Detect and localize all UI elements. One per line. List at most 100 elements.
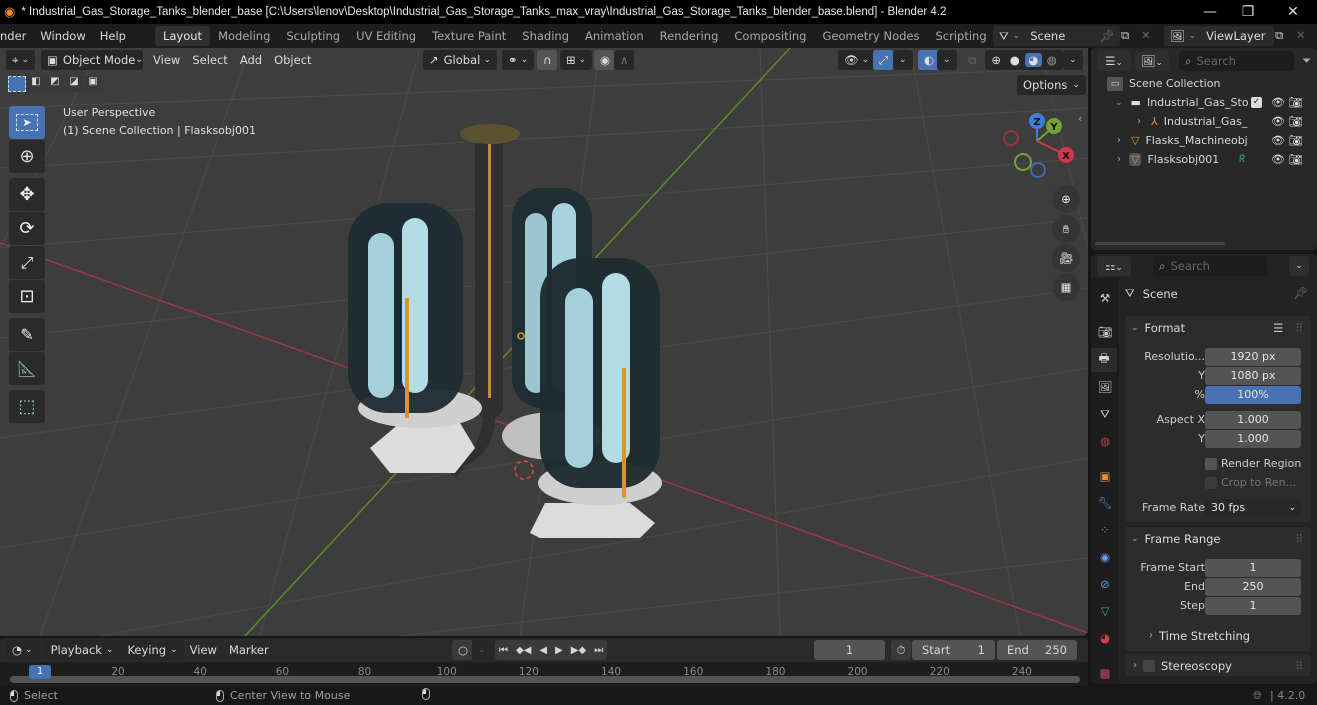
aspect-y-field[interactable]: 1.000 (1205, 429, 1301, 448)
rendered-shading-icon[interactable]: ◍ (1044, 53, 1061, 67)
tool-transform[interactable]: ⊡ (9, 280, 45, 313)
tool-rotate[interactable]: ⟳ (9, 212, 45, 245)
tab-physics[interactable]: ◉ (1093, 545, 1117, 569)
camera-render-icon[interactable]: 📷︎ (1288, 153, 1302, 166)
tab-scripting[interactable]: Scripting (928, 26, 995, 46)
crop-checkbox[interactable] (1205, 476, 1217, 489)
menu-blender[interactable]: nder (0, 29, 33, 43)
outliner-search-input[interactable]: ⌕ Search (1179, 51, 1294, 71)
resolution-y-field[interactable]: 1080 px (1205, 366, 1301, 385)
aspect-x-field[interactable]: 1.000 (1205, 410, 1301, 429)
gas-tanks-model[interactable] (340, 118, 670, 538)
gizmo-dropdown[interactable]: ⌄ (893, 50, 913, 70)
falloff-dropdown[interactable]: ∧ (614, 50, 635, 70)
tab-layout[interactable]: Layout (154, 26, 211, 46)
frame-step-field[interactable]: 1 (1205, 596, 1301, 615)
tab-compositing[interactable]: Compositing (726, 26, 814, 46)
display-mode-dropdown[interactable]: 🖼︎⌄ (1135, 51, 1169, 71)
select-intersect-icon[interactable]: ▣ (84, 76, 102, 92)
stereoscopy-panel[interactable]: › Stereoscopy ⠿ (1125, 654, 1311, 676)
resolution-percent-slider[interactable]: 100% (1205, 385, 1301, 404)
pan-view-button[interactable]: ✋︎ (1052, 215, 1080, 243)
stereoscopy-header[interactable]: › Stereoscopy ⠿ (1125, 656, 1311, 675)
outliner-row-scene-collection[interactable]: ▭ Scene Collection (1091, 74, 1317, 93)
tab-constraints[interactable]: ⊘ (1093, 572, 1117, 596)
exclude-checkbox[interactable]: ✓ (1250, 97, 1262, 108)
outliner-scrollbar[interactable] (1095, 242, 1225, 245)
view-layer-selector[interactable]: 🖼︎ ⌄ ViewLayer (1164, 26, 1274, 46)
expand-icon[interactable]: › (1117, 135, 1121, 146)
tab-object[interactable]: ▣ (1093, 464, 1117, 488)
overlay-dropdown[interactable]: ⌄ (937, 50, 957, 70)
wireframe-shading-icon[interactable]: ⊕ (988, 53, 1005, 67)
timeline-scrollbar[interactable] (10, 676, 1080, 683)
zoom-view-button[interactable]: ⊕ (1052, 185, 1080, 213)
camera-view-button[interactable]: 🎥︎ (1052, 244, 1080, 272)
eye-icon[interactable]: 👁︎ 📷︎ (1271, 131, 1311, 150)
tool-scale[interactable]: ⤢ (9, 246, 45, 279)
tool-move[interactable]: ✥ (9, 178, 45, 211)
mode-dropdown[interactable]: ▣ Object Mode ⌄ (41, 50, 144, 70)
select-subtract-icon[interactable]: ◩ (46, 76, 64, 92)
crop-row[interactable]: Crop to Ren... (1125, 473, 1311, 492)
tab-particles[interactable]: ⁘ (1093, 518, 1117, 542)
gizmo-toggle[interactable]: ⤢ (873, 50, 895, 70)
perspective-toggle-button[interactable]: ▦ (1052, 273, 1080, 301)
tool-select-box[interactable]: ➤ (9, 106, 45, 139)
navigation-gizmo[interactable]: Z Y X (1000, 108, 1080, 188)
render-region-checkbox[interactable] (1205, 457, 1217, 470)
camera-render-icon[interactable]: 📷︎ (1288, 134, 1302, 147)
tool-add-cube[interactable]: ⬚ (9, 390, 45, 423)
editor-type-button[interactable]: ⌖ ⌄ (6, 50, 36, 70)
3d-viewport[interactable]: ⌖ ⌄ ▣ Object Mode ⌄ View Select Add Objec… (0, 48, 1088, 636)
tab-sculpting[interactable]: Sculpting (278, 26, 348, 46)
tab-texture-paint[interactable]: Texture Paint (424, 26, 514, 46)
eye-icon[interactable]: 👁︎ 📷︎ (1271, 150, 1311, 169)
stereoscopy-checkbox[interactable] (1143, 659, 1155, 672)
shading-dropdown[interactable]: ⌄ (1063, 50, 1083, 70)
frame-start-field[interactable]: 1 (1205, 558, 1301, 577)
new-scene-icon[interactable]: ⧉ (1121, 28, 1129, 43)
menu-add[interactable]: Add (234, 50, 268, 70)
tab-texture[interactable]: ▩ (1093, 661, 1117, 684)
pivot-dropdown[interactable]: ⚭ ⌄ (502, 50, 535, 70)
proportional-edit-toggle[interactable]: ◉ (594, 50, 617, 70)
playhead[interactable]: 1 (29, 665, 51, 679)
menu-object[interactable]: Object (268, 50, 317, 70)
frame-range-header[interactable]: ⌄ Frame Range ⠿ (1125, 529, 1311, 548)
camera-render-icon[interactable]: 📷︎ (1288, 96, 1302, 109)
tab-rendering[interactable]: Rendering (652, 26, 727, 46)
tool-measure[interactable]: 📐︎ (9, 352, 45, 385)
select-extend-icon[interactable]: ◧ (27, 76, 45, 92)
maximize-button[interactable]: ❐ (1228, 0, 1268, 24)
drag-handle-icon[interactable]: ⠿ (1295, 659, 1303, 673)
snap-target-dropdown[interactable]: ⊞ ⌄ (560, 50, 593, 70)
tab-scene[interactable]: ⛛ (1093, 402, 1117, 426)
select-new-icon[interactable] (8, 76, 26, 92)
solid-shading-icon[interactable]: ● (1007, 53, 1024, 67)
presets-icon[interactable]: ☰ (1273, 321, 1283, 335)
tab-material[interactable]: ◕ (1093, 626, 1117, 650)
frame-end-field[interactable]: 250 (1205, 577, 1301, 596)
eye-icon[interactable]: 👁︎ 📷︎ (1271, 112, 1311, 131)
tool-annotate[interactable]: ✎ (9, 318, 45, 351)
tab-render[interactable]: 📷︎ (1093, 320, 1117, 344)
time-stretching-subpanel[interactable]: › Time Stretching (1125, 626, 1311, 645)
tab-shading[interactable]: Shading (514, 26, 577, 46)
minimize-button[interactable]: — (1190, 0, 1230, 24)
camera-render-icon[interactable]: 📷︎ (1288, 115, 1302, 128)
tab-output[interactable]: 🖶 (1091, 348, 1117, 372)
close-button[interactable]: ✕ (1273, 0, 1313, 24)
select-invert-icon[interactable]: ◪ (65, 76, 83, 92)
properties-editor-type[interactable]: ⚏⌄ (1097, 256, 1131, 276)
pin-icon[interactable]: 📌︎ (1293, 286, 1308, 300)
tool-cursor[interactable]: ⊕ (9, 140, 45, 173)
tab-data[interactable]: ▽ (1093, 599, 1117, 623)
format-panel-header[interactable]: ⌄ Format ☰ ⠿ (1125, 318, 1311, 337)
scene-selector[interactable]: ⛛ ⌄ Scene 📌︎ (993, 26, 1120, 46)
outliner-editor-type[interactable]: ☰⌄ (1097, 51, 1131, 71)
properties-options-dropdown[interactable]: ⌄ (1289, 256, 1309, 276)
snap-toggle[interactable]: ∩ (537, 50, 558, 70)
tab-uv-editing[interactable]: UV Editing (348, 26, 424, 46)
tab-modeling[interactable]: Modeling (210, 26, 278, 46)
